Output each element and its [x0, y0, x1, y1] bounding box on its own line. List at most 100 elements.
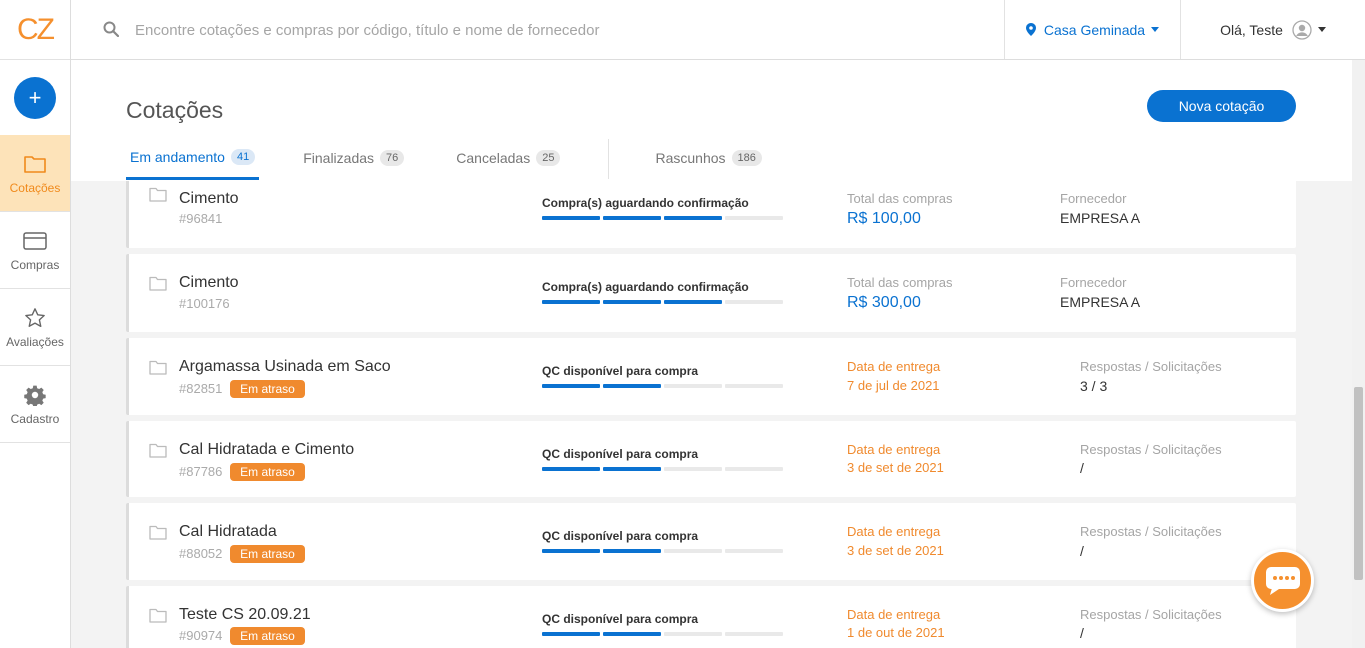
tab-canceladas[interactable]: Canceladas 25 [452, 136, 564, 179]
sidebar-item-label: Cadastro [10, 412, 60, 426]
delivery-label: Data de entrega [847, 442, 941, 457]
tab-finalizadas[interactable]: Finalizadas 76 [299, 136, 408, 179]
quote-card[interactable]: Argamassa Usinada em Saco #82851 Em atra… [126, 338, 1296, 415]
star-icon [24, 305, 46, 331]
folder-icon [149, 443, 167, 463]
progress-segment [542, 467, 600, 471]
responses-label: Respostas / Solicitações [1080, 359, 1222, 374]
quote-status: Compra(s) aguardando confirmação [542, 280, 749, 294]
chevron-down-icon [1151, 27, 1160, 32]
sidebar-item-cotacoes[interactable]: Cotações [0, 135, 70, 212]
quote-id: #87786 [179, 464, 223, 479]
sidebar-item-cadastro[interactable]: Cadastro [0, 366, 70, 443]
page-header: Cotações Nova cotação Em andamento 41 Fi… [71, 60, 1352, 181]
progress-segment [664, 549, 722, 553]
total-label: Total das compras [847, 275, 953, 290]
scrollbar[interactable] [1352, 60, 1365, 648]
progress-segment [603, 467, 661, 471]
late-badge: Em atraso [230, 627, 305, 645]
progress-segment [603, 384, 661, 388]
folder-icon [149, 525, 167, 545]
responses-value: / [1080, 625, 1084, 641]
avatar-icon [1292, 19, 1312, 40]
page-title: Cotações [126, 97, 224, 123]
late-badge: Em atraso [230, 380, 305, 398]
progress-segment [664, 384, 722, 388]
quote-status: QC disponível para compra [542, 447, 699, 461]
quote-card[interactable]: Cal Hidratada #88052 Em atraso QC dispon… [126, 503, 1296, 580]
sidebar-item-avaliacoes[interactable]: Avaliações [0, 289, 70, 366]
quote-status: QC disponível para compra [542, 364, 699, 378]
user-menu[interactable]: Olá, Teste [1181, 0, 1365, 59]
delivery-value: 1 de out de 2021 [847, 625, 945, 640]
quote-card[interactable]: Cimento #100176 Compra(s) aguardando con… [126, 254, 1296, 332]
quote-card[interactable]: Cal Hidratada e Cimento #87786 Em atraso… [126, 421, 1296, 497]
progress-bar [542, 467, 783, 471]
folder-icon [149, 608, 167, 628]
total-label: Total das compras [847, 191, 953, 206]
supplier-label: Fornecedor [1060, 275, 1127, 290]
quote-id: #100176 [179, 296, 230, 311]
progress-segment [542, 632, 600, 636]
quote-title: Argamassa Usinada em Saco [179, 358, 391, 375]
quote-status: QC disponível para compra [542, 529, 699, 543]
progress-segment [542, 549, 600, 553]
quote-title: Cimento [179, 274, 239, 291]
progress-segment [725, 216, 783, 220]
progress-segment [603, 549, 661, 553]
late-badge: Em atraso [230, 545, 305, 563]
tab-em-andamento[interactable]: Em andamento 41 [126, 136, 260, 180]
progress-segment [542, 216, 600, 220]
responses-label: Respostas / Solicitações [1080, 442, 1222, 457]
new-quote-button[interactable]: Nova cotação [1147, 90, 1296, 122]
user-greeting: Olá, Teste [1220, 21, 1283, 38]
scrollbar-thumb[interactable] [1354, 387, 1363, 580]
folder-icon [149, 276, 167, 296]
card-icon [23, 228, 47, 254]
supplier-label: Fornecedor [1060, 191, 1127, 206]
quote-title: Cimento [179, 190, 239, 207]
tab-count: 41 [230, 148, 256, 165]
tab-label: Canceladas [456, 149, 531, 166]
search-input[interactable] [135, 17, 735, 43]
progress-bar [542, 384, 783, 388]
responses-value: 3 / 3 [1080, 378, 1108, 394]
quote-title: Cal Hidratada e Cimento [179, 441, 355, 458]
total-value: R$ 100,00 [847, 210, 921, 227]
progress-segment [725, 632, 783, 636]
sidebar-item-label: Avaliações [6, 335, 64, 349]
logo[interactable]: CZ [0, 0, 70, 60]
progress-bar [542, 632, 783, 636]
chat-button[interactable] [1251, 549, 1314, 612]
progress-segment [542, 384, 600, 388]
sidebar-item-compras[interactable]: Compras [0, 212, 70, 289]
progress-segment [603, 632, 661, 636]
chevron-down-icon [1317, 27, 1326, 32]
quote-id: #90974 [179, 628, 223, 643]
supplier-value: EMPRESA A [1060, 210, 1141, 226]
sidebar-item-label: Compras [10, 258, 60, 272]
tab-divider [608, 138, 610, 179]
quote-list: Cimento #96841 Compra(s) aguardando conf… [126, 181, 1296, 648]
quote-card[interactable]: Cimento #96841 Compra(s) aguardando conf… [126, 181, 1296, 248]
responses-value: / [1080, 460, 1084, 476]
delivery-value: 3 de set de 2021 [847, 543, 944, 558]
delivery-label: Data de entrega [847, 359, 941, 374]
late-badge: Em atraso [230, 463, 305, 481]
tab-label: Rascunhos [655, 149, 726, 166]
tab-rascunhos[interactable]: Rascunhos 186 [651, 136, 765, 179]
progress-segment [725, 300, 783, 304]
progress-segment [664, 467, 722, 471]
quote-id: #82851 [179, 381, 223, 396]
folder-icon [149, 187, 167, 207]
map-pin-icon [1025, 23, 1036, 36]
logo-text[interactable]: CZ [17, 13, 55, 47]
quote-title: Teste CS 20.09.21 [179, 606, 311, 623]
delivery-label: Data de entrega [847, 607, 941, 622]
add-button[interactable]: + [14, 77, 56, 119]
progress-bar [542, 549, 783, 553]
progress-segment [603, 300, 661, 304]
quote-card[interactable]: Teste CS 20.09.21 #90974 Em atraso QC di… [126, 586, 1296, 648]
quote-status: QC disponível para compra [542, 612, 699, 626]
location-selector[interactable]: Casa Geminada [1004, 0, 1181, 59]
